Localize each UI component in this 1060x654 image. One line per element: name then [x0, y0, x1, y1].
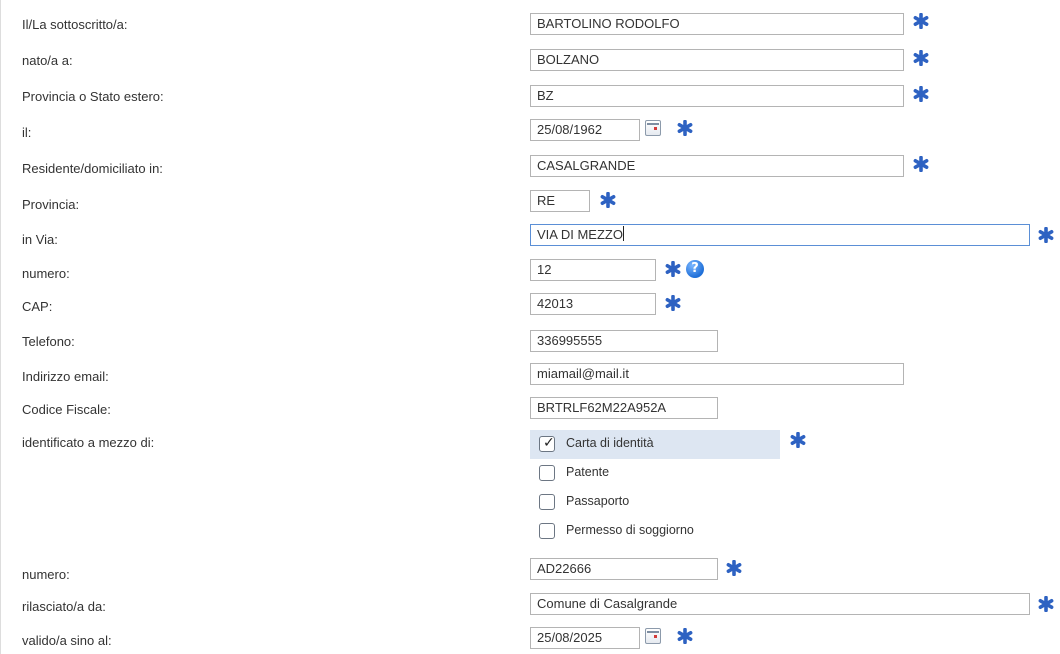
asterisk-icon: [913, 13, 929, 29]
asterisk-icon: [600, 192, 616, 208]
street-field[interactable]: VIA DI MEZZO: [530, 224, 1030, 246]
asterisk-icon: [677, 120, 693, 136]
label-residente: Residente/domiciliato in:: [22, 161, 163, 176]
option-passaporto[interactable]: Passaporto: [530, 488, 780, 517]
label-identificato: identificato a mezzo di:: [22, 435, 155, 450]
name-field[interactable]: BARTOLINO RODOLFO: [530, 13, 904, 35]
option-label: Carta di identità: [566, 436, 654, 450]
phone-field[interactable]: 336995555: [530, 330, 718, 352]
check-icon: ✓: [543, 435, 555, 451]
asterisk-icon: [726, 560, 742, 576]
label-numero-civico: numero:: [22, 266, 70, 281]
asterisk-icon: [665, 261, 681, 277]
residence-field[interactable]: CASALGRANDE: [530, 155, 904, 177]
issued-by-field[interactable]: Comune di Casalgrande: [530, 593, 1030, 615]
checkbox[interactable]: [539, 465, 555, 481]
label-email: Indirizzo email:: [22, 369, 109, 384]
option-label: Patente: [566, 465, 610, 479]
text-caret: [622, 226, 624, 241]
cap-field[interactable]: 42013: [530, 293, 656, 315]
asterisk-icon: [1038, 596, 1054, 612]
birthplace-field[interactable]: BOLZANO: [530, 49, 904, 71]
province-field[interactable]: RE: [530, 190, 590, 212]
asterisk-icon: [790, 432, 806, 448]
label-telefono: Telefono:: [22, 334, 75, 349]
option-carta-identita[interactable]: ✓ Carta di identità: [530, 430, 780, 459]
label-provincia: Provincia:: [22, 197, 80, 212]
label-cap: CAP:: [22, 299, 53, 314]
label-valido: valido/a sino al:: [22, 633, 112, 648]
label-data-nascita: il:: [22, 125, 32, 140]
label-sottoscritto: Il/La sottoscritto/a:: [22, 17, 128, 32]
help-icon[interactable]: ?: [686, 260, 704, 278]
tax-code-field[interactable]: BRTRLF62M22A952A: [530, 397, 718, 419]
asterisk-icon: [913, 50, 929, 66]
checkbox[interactable]: [539, 523, 555, 539]
label-provincia-nascita: Provincia o Stato estero:: [22, 89, 164, 104]
option-label: Permesso di soggiorno: [566, 523, 694, 537]
checkbox[interactable]: ✓: [539, 435, 555, 452]
option-patente[interactable]: Patente: [530, 459, 780, 488]
asterisk-icon: [913, 86, 929, 102]
asterisk-icon: [665, 295, 681, 311]
street-value: VIA DI MEZZO: [537, 227, 623, 242]
birth-province-field[interactable]: BZ: [530, 85, 904, 107]
asterisk-icon: [677, 628, 693, 644]
birthdate-field[interactable]: 25/08/1962: [530, 119, 640, 141]
option-permesso-soggiorno[interactable]: Permesso di soggiorno: [530, 517, 780, 546]
calendar-icon[interactable]: [645, 628, 661, 644]
label-nato: nato/a a:: [22, 53, 73, 68]
calendar-icon[interactable]: [645, 120, 661, 136]
label-codice-fiscale: Codice Fiscale:: [22, 402, 111, 417]
option-label: Passaporto: [566, 494, 630, 508]
frame-border: [0, 0, 1, 654]
email-field[interactable]: miamail@mail.it: [530, 363, 904, 385]
expiry-date-field[interactable]: 25/08/2025: [530, 627, 640, 649]
street-number-field[interactable]: 12: [530, 259, 656, 281]
label-numero-documento: numero:: [22, 567, 70, 582]
asterisk-icon: [1038, 227, 1054, 243]
asterisk-icon: [913, 156, 929, 172]
document-number-field[interactable]: AD22666: [530, 558, 718, 580]
label-rilasciato: rilasciato/a da:: [22, 599, 106, 614]
checkbox[interactable]: [539, 494, 555, 510]
label-via: in Via:: [22, 232, 58, 247]
